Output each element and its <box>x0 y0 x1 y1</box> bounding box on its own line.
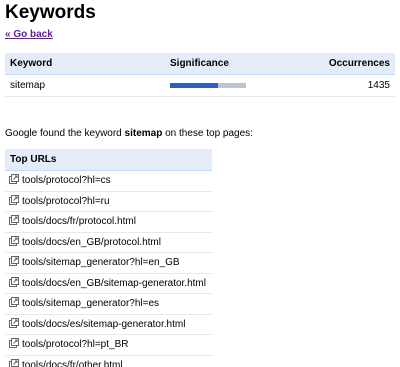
keyword-row: sitemap 1435 <box>5 74 395 97</box>
url-row: tools/docs/fr/other.html <box>5 355 212 367</box>
top-urls-header: Top URLs <box>5 149 212 171</box>
occurrences-column-header[interactable]: Occurrences <box>290 53 395 75</box>
external-link-icon[interactable] <box>9 276 19 290</box>
url-row: tools/protocol?hl=ru <box>5 191 212 212</box>
found-description: Google found the keyword sitemap on thes… <box>5 128 395 140</box>
top-urls-table: Top URLs tools/protocol?hl=cs tools/proto… <box>5 149 212 367</box>
found-prefix: Google found the keyword <box>5 128 122 139</box>
url-link[interactable]: tools/protocol?hl=ru <box>22 196 110 207</box>
keywords-table: Keyword Significance Occurrences sitemap… <box>5 53 395 97</box>
url-cell: tools/docs/fr/protocol.html <box>5 211 212 233</box>
url-link[interactable]: tools/sitemap_generator?hl=es <box>22 298 159 309</box>
external-link-icon[interactable] <box>9 358 19 367</box>
url-link[interactable]: tools/docs/en_GB/sitemap-generator.html <box>22 278 206 289</box>
url-link[interactable]: tools/docs/en_GB/protocol.html <box>22 237 161 248</box>
url-row: tools/docs/es/sitemap-generator.html <box>5 314 212 335</box>
url-link[interactable]: tools/docs/fr/other.html <box>22 360 123 367</box>
url-cell: tools/protocol?hl=pt_BR <box>5 334 212 356</box>
url-row: tools/protocol?hl=pt_BR <box>5 334 212 356</box>
url-link[interactable]: tools/docs/es/sitemap-generator.html <box>22 319 185 330</box>
significance-cell <box>165 74 291 97</box>
url-cell: tools/docs/fr/other.html <box>5 355 212 367</box>
external-link-icon[interactable] <box>9 235 19 249</box>
url-cell: tools/protocol?hl=ru <box>5 191 212 212</box>
external-link-icon[interactable] <box>9 174 19 187</box>
external-link-icon[interactable] <box>9 338 19 351</box>
url-link[interactable]: tools/docs/fr/protocol.html <box>22 216 136 227</box>
url-row: tools/sitemap_generator?hl=en_GB <box>5 252 212 274</box>
url-cell: tools/sitemap_generator?hl=es <box>5 293 212 315</box>
significance-bar <box>170 83 246 88</box>
external-link-icon[interactable] <box>9 194 19 208</box>
found-suffix: on these top pages: <box>165 128 253 139</box>
external-link-icon[interactable] <box>9 297 19 310</box>
url-row: tools/docs/fr/protocol.html <box>5 211 212 233</box>
occurrences-cell: 1435 <box>290 74 395 97</box>
url-row: tools/sitemap_generator?hl=es <box>5 293 212 315</box>
url-row: tools/protocol?hl=cs <box>5 170 212 192</box>
keyword-cell: sitemap <box>5 74 165 97</box>
url-cell: tools/docs/es/sitemap-generator.html <box>5 314 212 335</box>
significance-column-header[interactable]: Significance <box>165 53 291 75</box>
url-cell: tools/docs/en_GB/sitemap-generator.html <box>5 273 212 294</box>
url-cell: tools/protocol?hl=cs <box>5 170 212 192</box>
top-urls-header-row: Top URLs <box>5 149 212 171</box>
keyword-column-header[interactable]: Keyword <box>5 53 165 75</box>
url-link[interactable]: tools/protocol?hl=cs <box>22 175 111 186</box>
page-title: Keywords <box>5 2 96 23</box>
external-link-icon[interactable] <box>9 317 19 331</box>
url-link[interactable]: tools/sitemap_generator?hl=en_GB <box>22 257 180 268</box>
found-keyword: sitemap <box>124 128 163 139</box>
external-link-icon[interactable] <box>9 215 19 228</box>
keywords-page: Keywords « Go back Keyword Significance … <box>0 0 400 367</box>
keywords-header-row: Keyword Significance Occurrences <box>5 53 395 75</box>
go-back-link[interactable]: « Go back <box>5 29 53 40</box>
url-row: tools/docs/en_GB/sitemap-generator.html <box>5 273 212 294</box>
url-cell: tools/sitemap_generator?hl=en_GB <box>5 252 212 274</box>
significance-bar-fill <box>170 83 218 88</box>
url-cell: tools/docs/en_GB/protocol.html <box>5 232 212 253</box>
url-link[interactable]: tools/protocol?hl=pt_BR <box>22 339 128 350</box>
external-link-icon[interactable] <box>9 256 19 269</box>
top-urls-body: tools/protocol?hl=cs tools/protocol?hl=ru… <box>5 170 212 367</box>
url-row: tools/docs/en_GB/protocol.html <box>5 232 212 253</box>
